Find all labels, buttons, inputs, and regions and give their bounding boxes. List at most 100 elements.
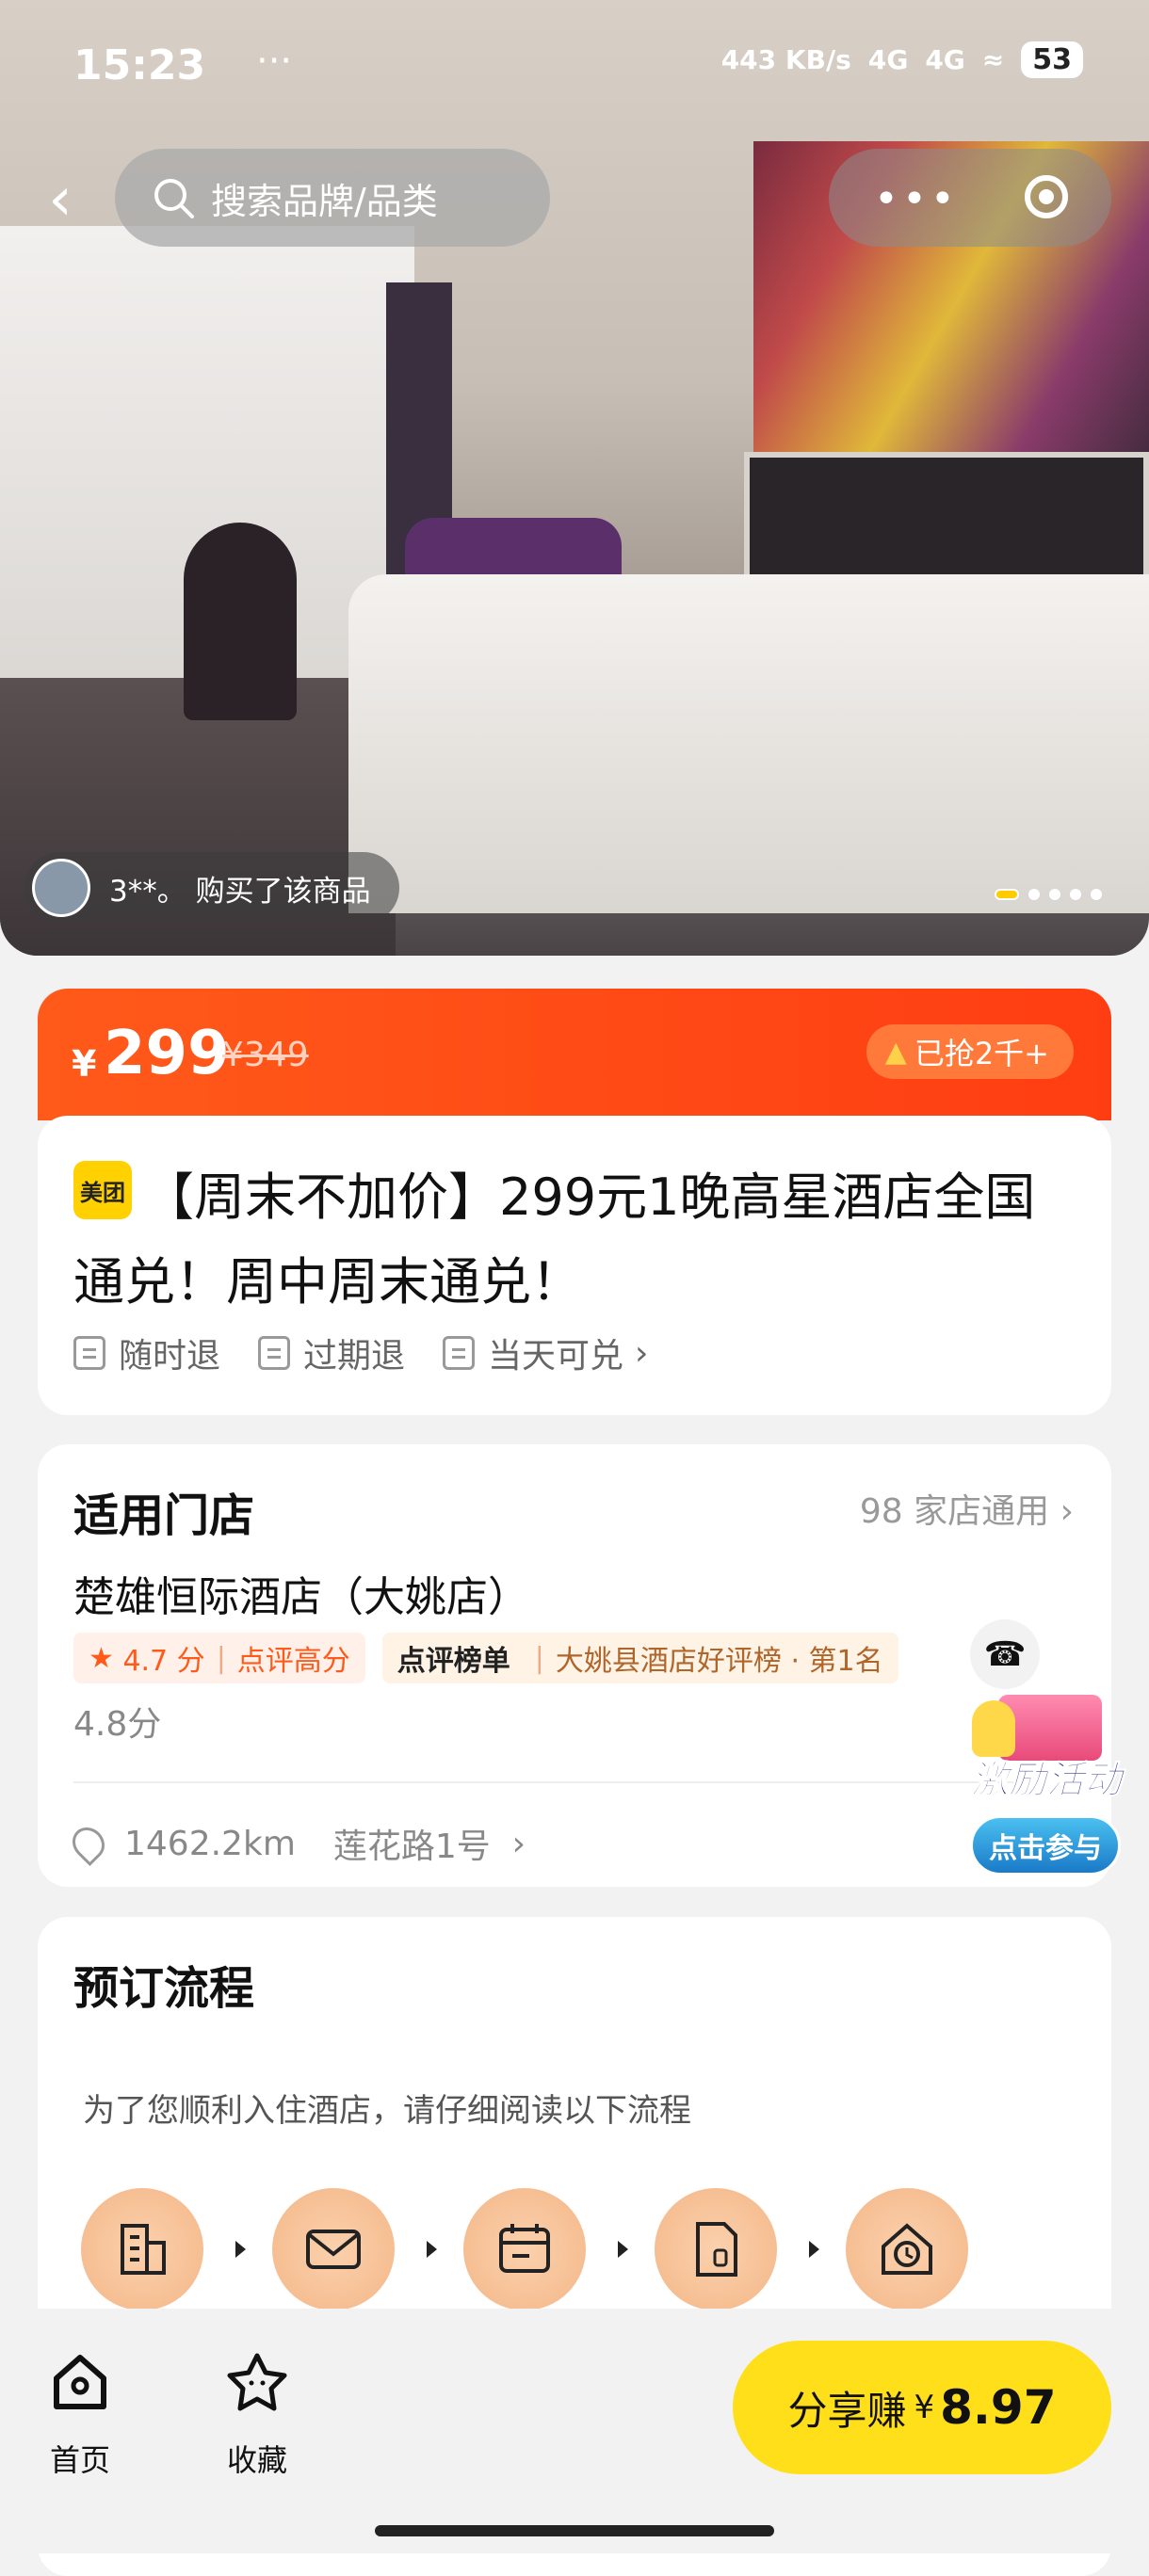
ranking-text: 大姚县酒店好评榜 · 第1名: [555, 1645, 883, 1678]
share-earn-button[interactable]: 分享赚 ¥ 8.97: [733, 2341, 1111, 2474]
store-distance: 1462.2km: [124, 1824, 296, 1863]
fire-icon: ▲: [884, 1035, 907, 1069]
booking-steps: [81, 2188, 968, 2310]
battery-icon: 53: [1021, 41, 1083, 78]
tag-same-day: 当天可兑 ›: [443, 1328, 648, 1377]
ranking-chip[interactable]: 点评榜单 | 大姚县酒店好评榜 · 第1名: [381, 1633, 898, 1683]
pager-dot: [995, 889, 1019, 900]
nav-home-label: 首页: [49, 2442, 110, 2478]
home-clock-icon: [882, 2223, 932, 2275]
room-chair: [184, 523, 297, 720]
phone-icon: ☎: [983, 1634, 1027, 1674]
home-icon: [54, 2355, 106, 2409]
nav-favorite[interactable]: 收藏: [215, 2350, 299, 2480]
sold-count-badge: ▲ 已抢2千+: [866, 1024, 1074, 1079]
tag-refund-expired: 过期退: [258, 1328, 405, 1377]
status-time: 15:23: [73, 41, 206, 89]
chevron-right-icon: ›: [635, 1333, 649, 1373]
store-name[interactable]: 楚雄恒际酒店（大姚店）: [73, 1563, 529, 1623]
document-icon: [258, 1336, 291, 1370]
recent-buyer-chip: 3**。 购买了该商品: [24, 852, 399, 924]
step-arrow-icon: [235, 2241, 246, 2258]
step-ticket: [272, 2188, 395, 2310]
divider: [73, 1781, 1015, 1783]
price-currency: ¥: [72, 1043, 97, 1085]
payment-icon: [696, 2222, 737, 2277]
step-arrow-icon: [427, 2241, 437, 2258]
search-icon: [154, 179, 194, 218]
buyer-avatar: [32, 859, 90, 917]
pager-dot: [1091, 889, 1102, 900]
net-speed: 443 KB/s: [720, 44, 851, 75]
status-bar: 15:23 ··· 443 KB/s 4G 4G ≈ 53: [0, 0, 1149, 132]
store-badges: ★ 4.7 分 | 点评高分 点评榜单 | 大姚县酒店好评榜 · 第1名: [73, 1633, 898, 1683]
share-currency: ¥: [914, 2389, 935, 2426]
status-extra: ···: [256, 40, 293, 83]
home-indicator[interactable]: [375, 2525, 774, 2536]
step-checkin: [846, 2188, 968, 2310]
booking-note: 为了您顺利入住酒店，请仔细阅读以下流程: [83, 2092, 691, 2130]
pager-dot: [1049, 889, 1060, 900]
image-pager[interactable]: [995, 889, 1102, 900]
calendar-check-icon: [443, 1336, 476, 1370]
share-amount: 8.97: [940, 2380, 1057, 2435]
signal-4g-1: 4G: [867, 44, 909, 75]
step-arrow-icon: [618, 2241, 628, 2258]
ticket-icon: [306, 2230, 361, 2269]
store-count-link[interactable]: 98 家店通用 ›: [860, 1484, 1074, 1533]
wifi-icon: ≈: [981, 44, 1005, 75]
chip-divider: |: [534, 1641, 544, 1675]
service-tags[interactable]: 随时退 过期退 当天可兑 ›: [73, 1328, 648, 1377]
hero-image[interactable]: 15:23 ··· 443 KB/s 4G 4G ≈ 53 ‹ 搜索品牌/品类 …: [0, 0, 1149, 956]
store-heading: 适用门店: [73, 1489, 255, 1542]
back-button[interactable]: ‹: [32, 169, 89, 230]
target-icon[interactable]: [1025, 175, 1068, 218]
price-value: 299: [104, 1019, 230, 1088]
chevron-left-icon: ‹: [48, 165, 73, 234]
store-count-text: 98 家店通用: [859, 1492, 1050, 1531]
product-title-card: 美团 【周末不加价】299元1晚高星酒店全国通兑！周中周末通兑！ 随时退 过期退…: [38, 1116, 1111, 1415]
chip-divider: |: [216, 1641, 226, 1675]
tag-label: 过期退: [303, 1337, 406, 1376]
location-pin-icon: [65, 1820, 112, 1867]
more-dots-icon[interactable]: •••: [874, 175, 959, 223]
original-price: ¥349: [222, 1036, 309, 1074]
search-input[interactable]: 搜索品牌/品类: [115, 149, 550, 247]
pager-dot: [1070, 889, 1081, 900]
nav-home[interactable]: 首页: [38, 2350, 122, 2480]
bottom-action-bar: 首页 收藏 分享赚 ¥ 8.97: [0, 2309, 1149, 2553]
rating-value: 4.7 分: [122, 1645, 205, 1678]
status-indicators: 443 KB/s 4G 4G ≈ 53: [721, 41, 1083, 78]
chevron-right-icon: ›: [490, 1824, 526, 1863]
booking-heading: 预订流程: [73, 1962, 255, 2015]
store-score: 4.8分: [73, 1705, 162, 1744]
tag-label: 随时退: [119, 1337, 221, 1376]
star-face-icon: [227, 2353, 287, 2411]
hotel-bed: [348, 574, 1149, 913]
step-calendar: [463, 2188, 586, 2310]
building-icon: [121, 2224, 166, 2275]
promo-title: 激励活动: [971, 1759, 1123, 1803]
promo-join-button[interactable]: 点击参与: [970, 1815, 1121, 1876]
rating-chip: ★ 4.7 分 | 点评高分: [73, 1633, 365, 1683]
ranking-logo: 点评榜单: [396, 1645, 510, 1678]
star-icon: ★: [89, 1641, 123, 1675]
price-banner: ¥ 299 ¥349 ▲ 已抢2千+: [38, 989, 1111, 1120]
nav-favorite-label: 收藏: [226, 2442, 287, 2478]
tag-label: 当天可兑: [488, 1337, 624, 1376]
chevron-right-icon: ›: [1060, 1492, 1074, 1531]
promo-float[interactable]: 激励活动 点击参与: [959, 1695, 1134, 1883]
rating-label: 点评高分: [236, 1645, 350, 1678]
store-card: 适用门店 98 家店通用 › 楚雄恒际酒店（大姚店） ★ 4.7 分 | 点评高…: [38, 1444, 1111, 1887]
capsule-menu: [829, 149, 1111, 247]
phone-call-button[interactable]: ☎: [970, 1619, 1040, 1689]
document-icon: [73, 1336, 105, 1370]
buyer-text: 3**。 购买了该商品: [109, 874, 371, 909]
bunny-icon: [972, 1700, 1015, 1757]
store-address-row[interactable]: 1462.2km 莲花路1号 ›: [65, 1819, 526, 1868]
step-payment: [655, 2188, 777, 2310]
share-label: 分享赚: [787, 2387, 907, 2434]
step-building: [81, 2188, 203, 2310]
product-title: 【周末不加价】299元1晚高星酒店全国通兑！周中周末通兑！: [73, 1167, 1036, 1312]
tag-refund-anytime: 随时退: [73, 1328, 220, 1377]
